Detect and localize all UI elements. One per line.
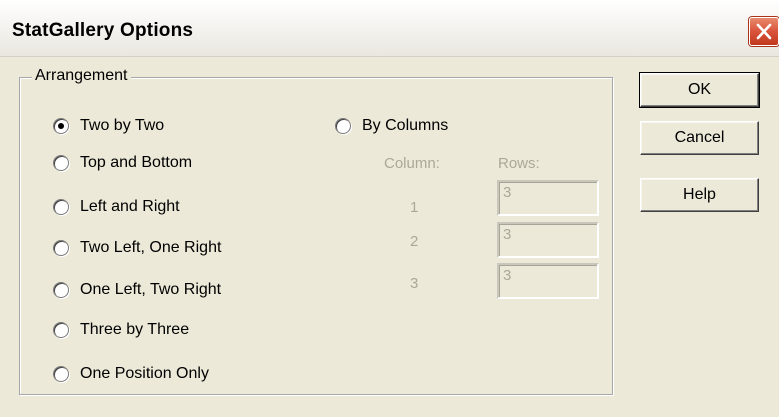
radio-label: Top and Bottom [80, 154, 193, 171]
radio-indicator [53, 199, 69, 215]
radio-label: By Columns [362, 117, 449, 134]
rows-field-3[interactable]: 3 [497, 263, 599, 299]
radio-indicator [53, 366, 69, 382]
radio-label: Two by Two [80, 117, 165, 134]
radio-label: Three by Three [80, 321, 190, 338]
rows-field-value: 3 [503, 184, 512, 201]
radio-by-columns[interactable]: By Columns [335, 117, 448, 135]
radio-indicator [53, 240, 69, 256]
title-bar[interactable]: StatGallery Options [0, 0, 779, 57]
radio-indicator [53, 155, 69, 171]
cancel-button[interactable]: Cancel [640, 121, 759, 155]
arrangement-label: Arrangement [32, 67, 131, 85]
rows-header: Rows: [498, 155, 540, 172]
dialog-body: Arrangement Two by Two Top and Bottom Le… [0, 57, 779, 417]
statgallery-options-dialog: StatGallery Options Arrangement Two by T… [0, 0, 779, 417]
radio-indicator [335, 118, 351, 134]
radio-two-by-two[interactable]: Two by Two [53, 117, 164, 135]
radio-top-and-bottom[interactable]: Top and Bottom [53, 154, 192, 172]
close-button[interactable] [749, 17, 779, 46]
radio-indicator [53, 322, 69, 338]
column-number-2: 2 [410, 233, 419, 250]
radio-indicator [53, 118, 69, 134]
radio-indicator [53, 282, 69, 298]
close-icon [756, 23, 772, 40]
column-number-3: 3 [410, 275, 419, 292]
rows-field-1[interactable]: 3 [497, 180, 599, 216]
radio-label: Two Left, One Right [80, 239, 222, 256]
window-title: StatGallery Options [12, 20, 194, 41]
rows-field-value: 3 [503, 267, 512, 284]
radio-two-left-one-right[interactable]: Two Left, One Right [53, 239, 221, 257]
radio-one-left-two-right[interactable]: One Left, Two Right [53, 281, 221, 299]
radio-label: Left and Right [80, 198, 180, 215]
column-number-1: 1 [410, 199, 419, 216]
ok-button[interactable]: OK [639, 72, 760, 108]
radio-three-by-three[interactable]: Three by Three [53, 321, 189, 339]
radio-label: One Position Only [80, 365, 209, 382]
rows-field-value: 3 [503, 226, 512, 243]
rows-field-2[interactable]: 3 [497, 222, 599, 258]
radio-left-and-right[interactable]: Left and Right [53, 198, 180, 216]
help-button[interactable]: Help [640, 178, 759, 212]
column-header: Column: [384, 155, 440, 172]
radio-one-position-only[interactable]: One Position Only [53, 365, 209, 383]
radio-label: One Left, Two Right [80, 281, 222, 298]
